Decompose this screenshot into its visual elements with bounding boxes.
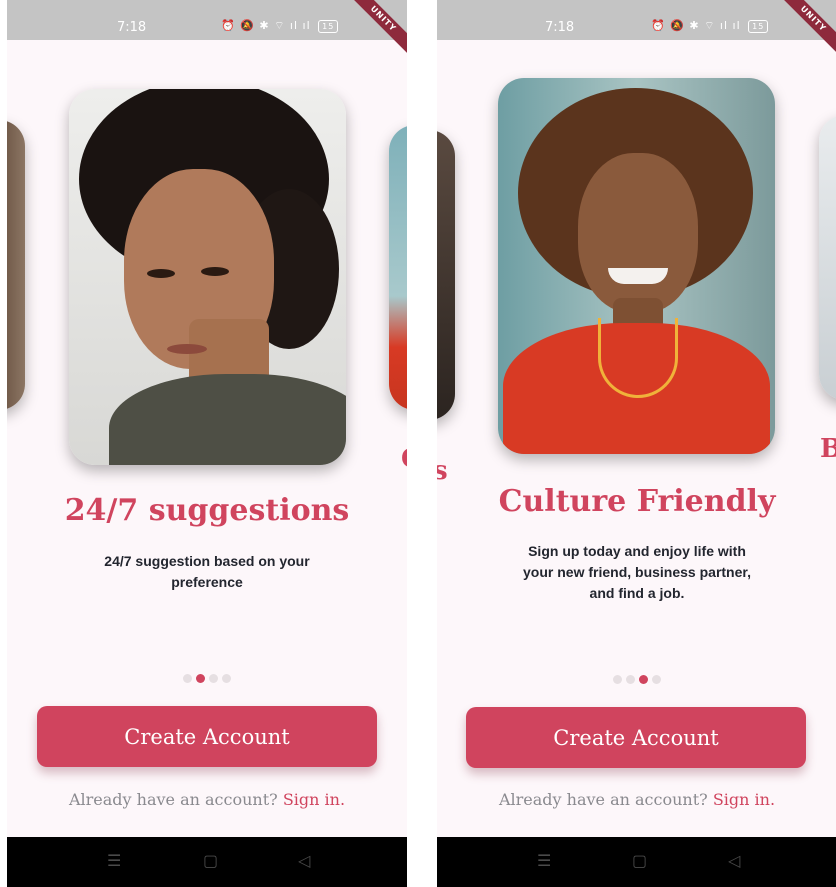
- page-dot[interactable]: [222, 674, 231, 683]
- signin-link[interactable]: Sign in.: [713, 790, 775, 809]
- carousel-card-prev[interactable]: [7, 120, 25, 410]
- create-account-button[interactable]: Create Account: [37, 706, 377, 767]
- status-indicator-icons: ⏰ 🔕 ✱ ⌔ ıl ıl: [651, 19, 741, 32]
- slide-description: Sign up today and enjoy life with your n…: [523, 543, 751, 601]
- slide-description: 24/7 suggestion based on your preference: [104, 553, 310, 590]
- status-time: 7:18: [117, 20, 147, 35]
- profile-photo: [498, 78, 775, 454]
- signin-link[interactable]: Sign in.: [283, 790, 345, 809]
- carousel-card-next[interactable]: [389, 125, 407, 410]
- slide-title: Culture Friendly: [498, 484, 776, 519]
- onboarding-screen-1: 7:18 ⏰ 🔕 ✱ ⌔ ıl ıl 15 UNITY C 24/7 sugge…: [7, 0, 407, 887]
- next-slide-title-peek: C: [401, 444, 407, 474]
- status-bar: 7:18 ⏰ 🔕 ✱ ⌔ ıl ıl 15: [437, 0, 836, 40]
- slide-title: 24/7 suggestions: [64, 493, 350, 528]
- page-dot[interactable]: [183, 674, 192, 683]
- create-account-button[interactable]: Create Account: [466, 707, 806, 768]
- status-icons: ⏰ 🔕 ✱ ⌔ ıl ıl 15: [221, 19, 339, 33]
- system-nav-bar: ☰ ▢ ◁: [7, 837, 407, 887]
- back-icon[interactable]: ◁: [298, 852, 310, 870]
- page-dot[interactable]: [613, 675, 622, 684]
- signin-prompt: Already have an account? Sign in.: [437, 790, 836, 809]
- home-icon[interactable]: ▢: [203, 852, 218, 870]
- page-dot[interactable]: [652, 675, 661, 684]
- signin-prompt-text: Already have an account?: [68, 790, 283, 809]
- onboarding-screen-2: 7:18 ⏰ 🔕 ✱ ⌔ ıl ıl 15 UNITY s B Culture …: [437, 0, 836, 887]
- signin-prompt: Already have an account? Sign in.: [7, 790, 407, 809]
- page-dot-active[interactable]: [639, 675, 648, 684]
- home-icon[interactable]: ▢: [632, 852, 647, 870]
- prev-slide-title-peek: s: [437, 456, 448, 486]
- page-dot[interactable]: [626, 675, 635, 684]
- next-slide-title-peek: B: [820, 434, 836, 464]
- back-icon[interactable]: ◁: [728, 852, 740, 870]
- carousel-card-active[interactable]: [498, 78, 775, 454]
- status-icons: ⏰ 🔕 ✱ ⌔ ıl ıl 15: [651, 19, 769, 33]
- status-bar: 7:18 ⏰ 🔕 ✱ ⌔ ıl ıl 15: [7, 0, 407, 40]
- battery-icon: 15: [318, 20, 339, 33]
- status-indicator-icons: ⏰ 🔕 ✱ ⌔ ıl ıl: [221, 19, 311, 32]
- menu-icon[interactable]: ☰: [537, 852, 551, 870]
- profile-photo: [69, 89, 346, 465]
- carousel-card-next[interactable]: [819, 115, 836, 400]
- page-dot-active[interactable]: [196, 674, 205, 683]
- signin-prompt-text: Already have an account?: [498, 790, 713, 809]
- pagination-dots: [437, 675, 836, 684]
- battery-icon: 15: [748, 20, 769, 33]
- status-time: 7:18: [545, 20, 575, 35]
- system-nav-bar: ☰ ▢ ◁: [437, 837, 836, 887]
- menu-icon[interactable]: ☰: [107, 852, 121, 870]
- carousel-card-active[interactable]: [69, 89, 346, 465]
- carousel-card-prev[interactable]: [437, 130, 455, 420]
- page-dot[interactable]: [209, 674, 218, 683]
- pagination-dots: [7, 674, 407, 683]
